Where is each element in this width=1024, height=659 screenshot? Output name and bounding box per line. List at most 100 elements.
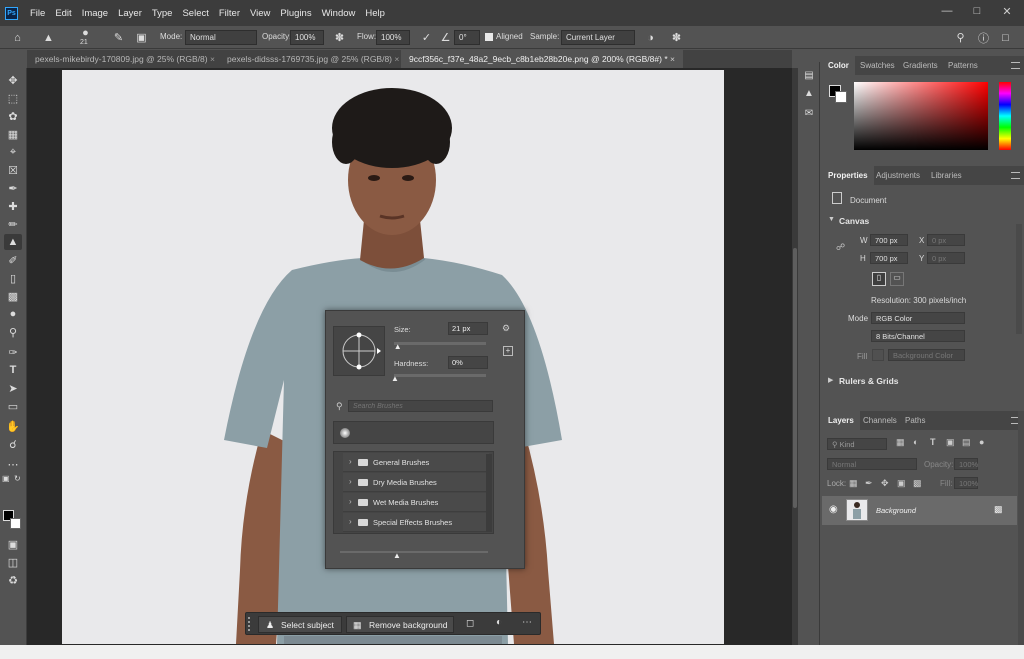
search-icon[interactable]: ⚲ [952, 29, 969, 46]
folder-list-scrollbar[interactable] [486, 454, 492, 532]
filter-pixel-icon[interactable]: ▦ [896, 437, 905, 448]
tab-close-icon[interactable]: × [210, 54, 215, 64]
default-colors-icon[interactable]: ▣ [2, 474, 10, 483]
clone-stamp-tool-icon[interactable]: ▲ [4, 234, 22, 250]
landscape-orientation-icon[interactable]: ▭ [890, 272, 904, 286]
home-icon[interactable]: ⌂ [9, 29, 26, 46]
hardness-slider[interactable] [394, 374, 486, 377]
flow-input[interactable]: 100% [376, 30, 410, 45]
lock-artboard-icon[interactable]: ▣ [897, 478, 906, 489]
folder-general-brushes[interactable]: › General Brushes [343, 453, 489, 472]
comments-icon[interactable]: ✉ [801, 106, 817, 120]
background-color-swatch[interactable] [835, 91, 847, 103]
blur-tool-icon[interactable]: ● [4, 306, 22, 322]
size-input[interactable]: 21 px [448, 322, 488, 335]
pressure-size-icon[interactable]: ✽ [668, 29, 685, 46]
menu-view[interactable]: View [245, 8, 275, 19]
opacity-input[interactable]: 100% [290, 30, 324, 45]
zoom-tool-icon[interactable]: ☌ [4, 436, 22, 452]
ignore-adjustment-layers-icon[interactable]: ◑ [642, 29, 659, 46]
menu-layer[interactable]: Layer [113, 8, 147, 19]
help-icon[interactable]: ⓘ [975, 29, 992, 46]
healing-brush-tool-icon[interactable]: ✚ [4, 198, 22, 214]
filter-shape-icon[interactable]: ▣ [946, 437, 955, 448]
y-input[interactable]: 0 px [927, 252, 965, 264]
size-slider[interactable] [394, 342, 486, 345]
preview-size-slider-thumb[interactable]: ▲ [393, 551, 401, 560]
clone-source-icon[interactable]: ▲ [801, 86, 817, 100]
chevron-down-icon[interactable]: ▼ [828, 216, 835, 223]
preview-size-slider[interactable] [340, 551, 488, 553]
portrait-orientation-icon[interactable]: ▯ [872, 272, 886, 286]
tab-adjustments[interactable]: Adjustments [870, 166, 926, 185]
tab-pexels-mikebirdy[interactable]: pexels-mikebirdy-170809.jpg @ 25% (RGB/8… [27, 50, 223, 68]
background-color-swatch[interactable] [10, 518, 21, 529]
size-slider-thumb[interactable]: ▲ [394, 342, 402, 351]
fill-select[interactable]: Background Color [888, 349, 965, 361]
remove-background-button[interactable]: ▦ Remove background [346, 616, 454, 633]
folder-dry-media-brushes[interactable]: › Dry Media Brushes [343, 473, 489, 492]
marquee-tool-icon[interactable]: ⬚ [4, 90, 22, 106]
chevron-right-icon[interactable]: › [349, 517, 352, 526]
height-input[interactable]: 700 px [870, 252, 908, 264]
menu-image[interactable]: Image [77, 8, 113, 19]
path-selection-tool-icon[interactable]: ➤ [4, 380, 22, 396]
folder-special-effects-brushes[interactable]: › Special Effects Brushes [343, 513, 489, 532]
recent-brush-soft-round-icon[interactable] [340, 428, 350, 438]
link-icon[interactable]: ☍ [836, 242, 845, 253]
workspace-icon[interactable]: □ [997, 29, 1014, 46]
search-brushes-input[interactable] [348, 400, 493, 412]
bit-depth-select[interactable]: 8 Bits/Channel [871, 330, 965, 342]
rulers-grids-section-title[interactable]: Rulers & Grids [839, 376, 899, 386]
toggle-clone-source-icon[interactable]: ▣ [133, 29, 150, 46]
close-icon[interactable]: ✕ [992, 0, 1022, 22]
tab-patterns[interactable]: Patterns [942, 56, 984, 75]
drag-handle-icon[interactable] [248, 617, 252, 631]
chevron-right-icon[interactable]: › [349, 497, 352, 506]
brush-angle-preview[interactable] [333, 326, 385, 376]
layer-opacity-input[interactable]: 100% [954, 458, 978, 470]
history-brush-tool-icon[interactable]: ✐ [4, 252, 22, 268]
tab-pexels-didsss[interactable]: pexels-didsss-1769735.jpg @ 25% (RGB/8) … [219, 50, 407, 68]
lock-position-icon[interactable]: ✥ [881, 478, 889, 489]
menu-plugins[interactable]: Plugins [275, 8, 316, 19]
layer-kind-filter[interactable]: ⚲ Kind [827, 438, 887, 450]
hand-tool-icon[interactable]: ✋ [4, 418, 22, 434]
tab-properties[interactable]: Properties [822, 166, 874, 185]
clone-stamp-tool-preset-icon[interactable]: ▲ [40, 29, 57, 46]
tab-swatches[interactable]: Swatches [854, 56, 901, 75]
toggle-brush-settings-icon[interactable]: ✎ [110, 29, 127, 46]
panel-menu-icon[interactable] [1011, 62, 1020, 69]
history-icon[interactable]: ▤ [801, 68, 817, 82]
lasso-tool-icon[interactable]: ✿ [4, 108, 22, 124]
dodge-tool-icon[interactable]: ⚲ [4, 324, 22, 340]
scrollbar-thumb[interactable] [793, 248, 797, 508]
share-icon[interactable]: ♻ [4, 572, 22, 588]
layer-lock-icon[interactable]: ▩ [994, 504, 1003, 515]
folder-wet-media-brushes[interactable]: › Wet Media Brushes [343, 493, 489, 512]
crop-tool-icon[interactable]: ⌖ [4, 144, 22, 160]
menu-edit[interactable]: Edit [50, 8, 76, 19]
tab-gradients[interactable]: Gradients [897, 56, 944, 75]
transform-icon[interactable]: ◻ [466, 618, 474, 629]
more-options-icon[interactable]: ⋯ [522, 617, 532, 628]
menu-file[interactable]: File [25, 8, 50, 19]
filter-smart-object-icon[interactable]: ▤ [962, 437, 971, 448]
settings-gear-icon[interactable]: ⚙ [502, 323, 510, 334]
eraser-tool-icon[interactable]: ▯ [4, 270, 22, 286]
menu-select[interactable]: Select [177, 8, 213, 19]
mode-select[interactable]: Normal [185, 30, 257, 45]
chevron-right-icon[interactable]: › [349, 477, 352, 486]
canvas-section-title[interactable]: Canvas [839, 216, 869, 226]
tab-close-icon[interactable]: × [394, 54, 399, 64]
fill-opacity-input[interactable]: 100% [954, 477, 978, 489]
brush-preview-icon[interactable]: ● [77, 26, 94, 40]
layer-name[interactable]: Background [876, 506, 916, 515]
type-tool-icon[interactable]: T [4, 362, 22, 378]
more-tools-icon[interactable]: ⋯ [4, 456, 22, 472]
airbrush-icon[interactable]: ✓ [418, 29, 435, 46]
sample-select[interactable]: Current Layer [561, 30, 635, 45]
visibility-eye-icon[interactable]: ◉ [829, 504, 838, 515]
maximize-icon[interactable]: □ [962, 0, 992, 22]
eyedropper-tool-icon[interactable]: ✒ [4, 180, 22, 196]
